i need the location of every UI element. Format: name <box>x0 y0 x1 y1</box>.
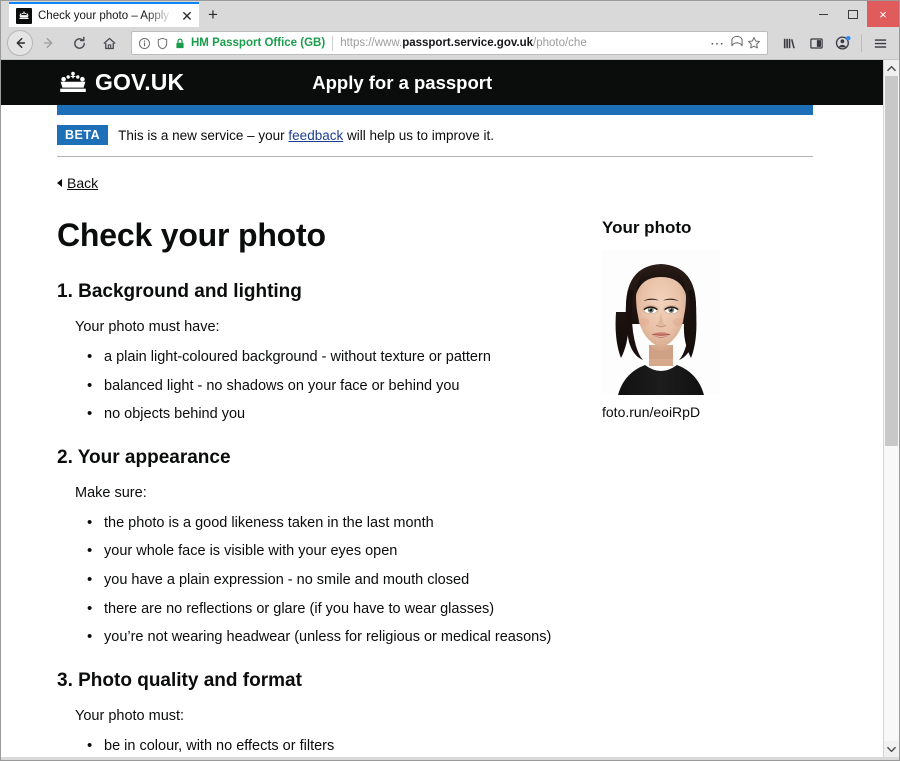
section-photo-quality-and-format: 3. Photo quality and format Your photo m… <box>57 670 602 757</box>
list-item: there are no reflections or glare (if yo… <box>87 599 602 620</box>
section-lead: Your photo must: <box>75 707 185 724</box>
list-item: you’re not wearing headwear (unless for … <box>87 627 602 648</box>
home-icon[interactable] <box>95 29 123 57</box>
list-item: be in colour, with no effects or filters <box>87 736 602 757</box>
accent-bar <box>57 105 813 115</box>
govuk-home-link[interactable]: GOV.UK <box>57 69 184 96</box>
new-tab-button[interactable]: + <box>199 2 227 27</box>
section-list: be in colour, with no effects or filters… <box>75 736 602 757</box>
back-arrow-icon[interactable] <box>7 30 33 56</box>
photo-caption: foto.run/eoiRpD <box>602 404 701 420</box>
bookmark-star-icon[interactable] <box>747 36 761 50</box>
caret-left-icon <box>57 179 62 187</box>
webpage: GOV.UK Apply for a passport BETA This is… <box>1 60 883 757</box>
section-lead: Make sure: <box>75 484 147 501</box>
window-bottom-edge <box>1 757 899 760</box>
section-your-appearance: 2. Your appearance Make sure: the photo … <box>57 447 602 648</box>
back-link[interactable]: Back <box>57 175 98 191</box>
browser-tab[interactable]: Check your photo – Apply for a passport … <box>9 2 199 27</box>
content-area: GOV.UK Apply for a passport BETA This is… <box>1 59 899 757</box>
section-heading: 1. Background and lighting <box>57 281 302 303</box>
forward-arrow-icon[interactable] <box>35 29 63 57</box>
instructions-column: Check your photo 1. Background and light… <box>57 217 602 757</box>
scrollbar-thumb[interactable] <box>885 76 898 446</box>
window-close-icon[interactable]: × <box>867 1 899 27</box>
page-title: Check your photo <box>57 217 326 253</box>
navigation-toolbar: HM Passport Office (GB) https://www.pass… <box>1 27 899 59</box>
tab-title: Check your photo – Apply for a passport <box>38 9 173 22</box>
account-icon[interactable] <box>830 30 856 56</box>
toolbar-divider <box>861 34 862 52</box>
photo-panel-title: Your photo <box>602 218 692 237</box>
phase-banner: BETA This is a new service – your feedba… <box>57 115 813 157</box>
minimize-icon[interactable] <box>809 1 838 27</box>
section-background-and-lighting: 1. Background and lighting Your photo mu… <box>57 281 602 425</box>
service-name-link[interactable]: Apply for a passport <box>312 72 492 94</box>
hamburger-menu-icon[interactable] <box>867 30 893 56</box>
feedback-link[interactable]: feedback <box>288 128 343 143</box>
govuk-header: GOV.UK Apply for a passport <box>1 60 883 105</box>
list-item: balanced light - no shadows on your face… <box>87 376 602 397</box>
ellipsis-icon[interactable]: ⋯ <box>708 36 727 50</box>
browser-toolbar-actions <box>776 30 893 56</box>
tracking-protection-shield-icon[interactable] <box>156 37 169 50</box>
govuk-crown-icon <box>57 71 89 95</box>
govuk-crown-favicon <box>16 7 32 24</box>
list-item: no objects behind you <box>87 404 602 425</box>
photo-column: Your photo foto.run/eoiRpD <box>602 218 813 757</box>
section-list: a plain light-coloured background - with… <box>75 347 602 425</box>
section-heading: 2. Your appearance <box>57 446 231 468</box>
reload-icon[interactable] <box>65 29 93 57</box>
sidebar-icon[interactable] <box>803 30 829 56</box>
back-link-label: Back <box>67 175 99 191</box>
govuk-wordmark: GOV.UK <box>95 69 185 95</box>
phase-banner-text: This is a new service – your feedback wi… <box>118 127 495 143</box>
urlbar-actions: ⋯ <box>708 36 761 50</box>
urlbar-divider <box>332 35 334 51</box>
beta-badge: BETA <box>57 125 109 145</box>
window-controls: × <box>809 1 899 27</box>
tab-strip: Check your photo – Apply for a passport … <box>1 1 899 27</box>
scrollbar-track[interactable] <box>884 76 899 741</box>
list-item: your whole face is visible with your eye… <box>87 541 602 562</box>
section-heading: 3. Photo quality and format <box>57 669 302 691</box>
list-item: you have a plain expression - no smile a… <box>87 570 602 591</box>
section-lead: Your photo must have: <box>75 319 220 336</box>
section-list: the photo is a good likeness taken in th… <box>75 513 602 648</box>
page-scrollbar[interactable] <box>883 60 899 757</box>
site-organisation-label: HM Passport Office (GB) <box>191 37 326 49</box>
padlock-icon[interactable] <box>174 37 186 50</box>
page-info-icon[interactable] <box>138 37 151 50</box>
scroll-up-arrow-icon[interactable] <box>884 60 899 76</box>
list-item: the photo is a good likeness taken in th… <box>87 513 602 534</box>
reader-view-icon[interactable] <box>730 36 744 50</box>
maximize-icon[interactable] <box>838 1 867 27</box>
tab-close-icon[interactable]: ✕ <box>179 8 195 24</box>
url-text: https://www.passport.service.gov.uk/phot… <box>340 37 587 49</box>
main-content: Check your photo 1. Background and light… <box>1 217 883 757</box>
scroll-down-arrow-icon[interactable] <box>884 741 899 757</box>
uploaded-photo <box>602 250 720 395</box>
list-item: a plain light-coloured background - with… <box>87 347 602 368</box>
address-bar[interactable]: HM Passport Office (GB) https://www.pass… <box>131 31 768 55</box>
library-icon[interactable] <box>776 30 802 56</box>
browser-window: Check your photo – Apply for a passport … <box>0 0 900 761</box>
